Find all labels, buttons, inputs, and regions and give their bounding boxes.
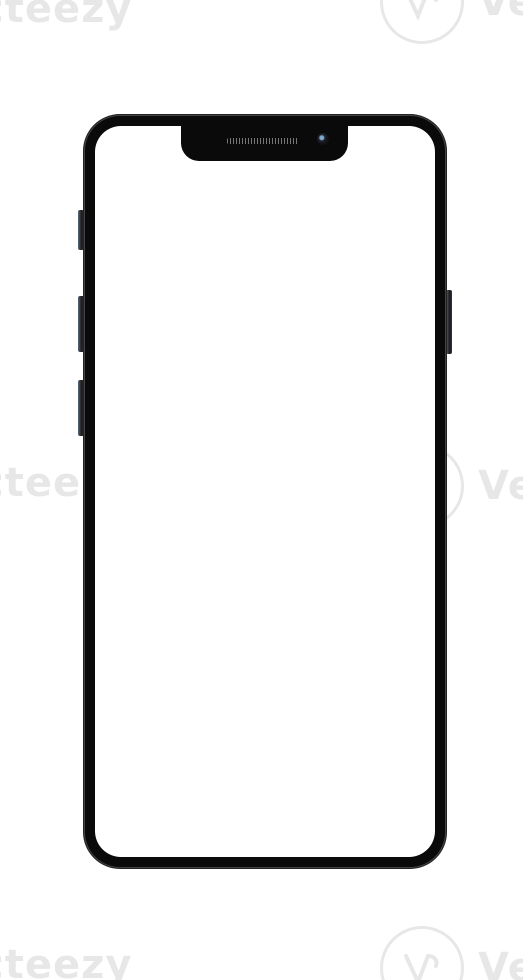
phone-frame: [84, 115, 446, 868]
watermark-bottom-right: Vecteezy: [380, 926, 523, 980]
vecteezy-logo-icon: [380, 0, 464, 44]
watermark-text: Vecteezy: [478, 945, 523, 980]
notch: [181, 126, 348, 161]
watermark-text: Vecteezy: [478, 463, 523, 509]
front-camera-icon: [317, 133, 329, 145]
watermark-bottom-left: cteezy: [0, 942, 132, 980]
canvas: cteezy Vecteezy Vecteezy cteezy Vecteezy…: [0, 0, 523, 980]
watermark-text: cteezy: [0, 0, 133, 32]
vecteezy-logo-icon: [380, 926, 464, 980]
speaker-grille: [227, 138, 299, 144]
watermark-text: Vecteezy: [478, 0, 523, 25]
watermark-top-right: Vecteezy: [380, 0, 523, 44]
power-button: [446, 290, 452, 354]
watermark-top-left: cteezy: [0, 0, 132, 32]
phone-screen: [95, 126, 435, 857]
watermark-text: cteezy: [0, 942, 133, 980]
